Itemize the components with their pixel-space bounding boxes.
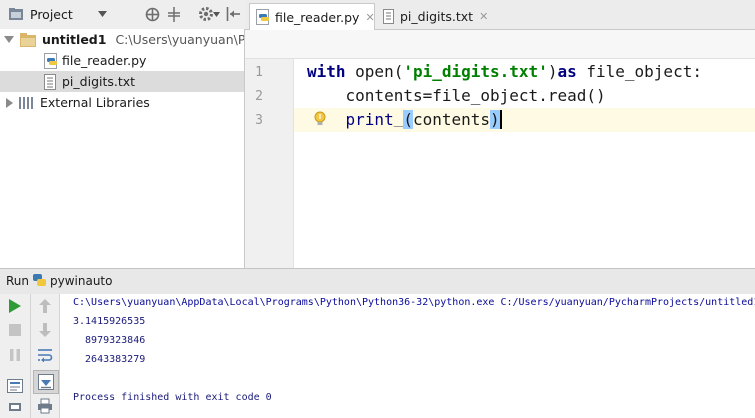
editor-breadcrumb-bar — [245, 30, 755, 59]
library-icon — [19, 96, 35, 109]
tree-item-pi-digits[interactable]: pi_digits.txt — [0, 71, 244, 92]
tab-label: file_reader.py — [275, 9, 360, 25]
tab-pi-digits[interactable]: pi_digits.txt ✕ — [377, 3, 488, 29]
python-file-icon — [256, 9, 270, 25]
console-line: 3.1415926535 — [73, 316, 146, 327]
collapse-all-icon[interactable] — [167, 7, 181, 22]
stop-button[interactable] — [5, 320, 25, 340]
project-panel-title: Project — [30, 7, 73, 22]
view-selector-chevron-icon[interactable] — [98, 11, 107, 17]
code-line-2: contents=file_object.read() — [307, 86, 606, 105]
run-config-name: pywinauto — [50, 274, 113, 288]
run-toolbar-secondary — [31, 294, 60, 418]
folder-icon — [20, 32, 37, 47]
run-console-output[interactable]: C:\Users\yuanyuan\AppData\Local\Programs… — [60, 294, 755, 418]
tree-item-untitled1[interactable]: untitled1 C:\Users\yuanyuan\Pych — [0, 29, 244, 50]
expand-arrow-icon[interactable] — [4, 36, 14, 43]
line-number: 1 — [255, 65, 263, 80]
run-panel-header: Run pywinauto — [0, 268, 755, 295]
line-number: 3 — [255, 113, 263, 128]
scroll-from-source-icon[interactable] — [145, 7, 160, 22]
text-file-icon — [383, 8, 395, 24]
python-file-icon — [44, 52, 58, 69]
close-tab-icon[interactable]: ✕ — [479, 10, 488, 23]
down-arrow-icon[interactable] — [35, 320, 55, 340]
restore-layout-icon[interactable] — [5, 376, 25, 396]
settings-chevron-icon[interactable] — [213, 12, 220, 17]
tree-item-label: pi_digits.txt — [62, 74, 136, 89]
scroll-to-end-icon[interactable] — [33, 370, 59, 394]
close-tab-icon[interactable]: ✕ — [365, 11, 374, 24]
text-caret — [499, 110, 502, 129]
run-toolbar-primary — [0, 294, 31, 418]
console-line: 8979323846 — [73, 335, 146, 346]
editor-gutter: 1 2 3 — [245, 59, 304, 268]
tree-item-path: C:\Users\yuanyuan\Pych — [115, 32, 244, 47]
line-number: 2 — [255, 89, 263, 104]
collapse-arrow-icon[interactable] — [6, 97, 13, 108]
tree-item-label: file_reader.py — [62, 53, 147, 68]
settings-gear-icon[interactable] — [198, 6, 214, 22]
rerun-button[interactable] — [5, 296, 25, 316]
tab-label: pi_digits.txt — [400, 8, 474, 24]
tree-item-label: External Libraries — [40, 95, 150, 110]
pin-tab-icon[interactable] — [5, 397, 25, 417]
pause-button[interactable] — [5, 345, 25, 365]
editor-tab-bar: file_reader.py ✕ pi_digits.txt ✕ — [245, 0, 755, 30]
console-line: Process finished with exit code 0 — [73, 392, 272, 403]
tab-file-reader[interactable]: file_reader.py ✕ — [249, 3, 375, 30]
text-file-icon — [44, 73, 57, 90]
code-editor[interactable]: with open('pi_digits.txt')as file_object… — [294, 59, 755, 268]
tree-item-label: untitled1 — [42, 32, 107, 47]
tree-item-file-reader[interactable]: file_reader.py — [0, 50, 244, 71]
project-tree: untitled1 C:\Users\yuanyuan\Pych file_re… — [0, 29, 245, 268]
soft-wrap-icon[interactable] — [35, 345, 55, 365]
hide-panel-icon[interactable] — [226, 7, 240, 21]
tree-item-external-libraries[interactable]: External Libraries — [0, 92, 244, 113]
project-toolbar: Project — [0, 0, 245, 30]
python-config-icon — [32, 273, 47, 288]
console-line: 2643383279 — [73, 354, 146, 365]
print-icon[interactable] — [35, 396, 55, 416]
project-view-icon — [8, 6, 24, 22]
code-line-3: print (contents) — [345, 110, 502, 129]
run-tab-label[interactable]: Run — [6, 274, 29, 288]
code-line-1: with open('pi_digits.txt')as file_object… — [307, 62, 702, 81]
console-line: C:\Users\yuanyuan\AppData\Local\Programs… — [73, 297, 755, 308]
up-arrow-icon[interactable] — [35, 296, 55, 316]
